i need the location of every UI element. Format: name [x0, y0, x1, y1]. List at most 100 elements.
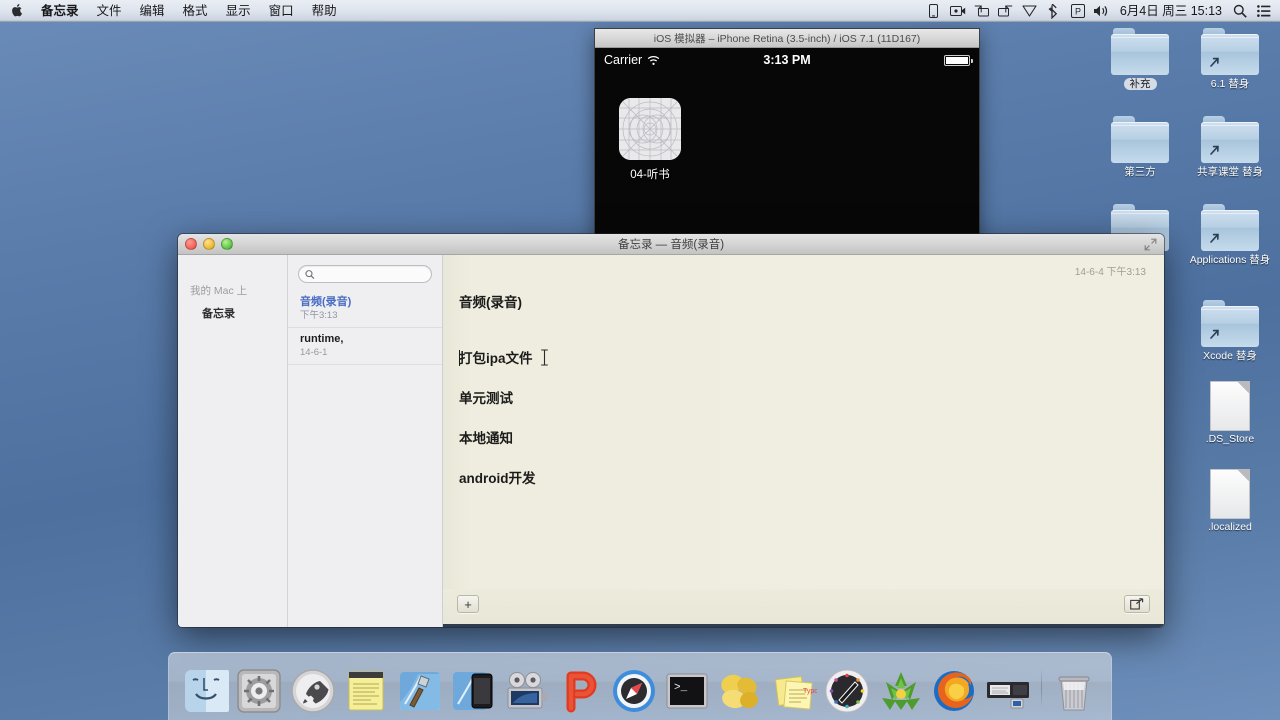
notes-title-bar[interactable]: 备忘录 — 音频(录音): [178, 234, 1164, 255]
dock-item-system-preferences[interactable]: [233, 660, 284, 714]
rocket-icon: [290, 668, 336, 714]
airplay-display-icon[interactable]: [994, 0, 1018, 22]
menu-bar: 备忘录 文件 编辑 格式 显示 窗口 帮助 P 6月4日 周三 15:13: [0, 0, 1280, 22]
dock-item-xcode[interactable]: [394, 660, 445, 714]
folder-alias-icon: [1199, 200, 1261, 252]
apple-logo-icon[interactable]: [11, 3, 24, 18]
menu-bar-status-area: P 6月4日 周三 15:13: [922, 0, 1276, 22]
desktop-icon-folder-4[interactable]: Applications 替身: [1184, 200, 1276, 266]
desktop-icon-file-ds-store[interactable]: .DS_Store: [1184, 379, 1276, 445]
menu-item-notes[interactable]: 备忘录: [32, 0, 88, 22]
menu-item-file[interactable]: 文件: [88, 0, 131, 22]
simulator-title-bar[interactable]: iOS 模拟器 – iPhone Retina (3.5-inch) / iOS…: [595, 29, 979, 48]
trash-icon: [1051, 668, 1097, 714]
note-timestamp: 14-6-4 下午3:13: [1074, 267, 1146, 278]
window-controls[interactable]: [185, 238, 233, 250]
firefox-icon: [931, 668, 977, 714]
simulator-screen[interactable]: Carrier 3:13 PM 04-听书: [595, 48, 979, 242]
shield-icon[interactable]: [1018, 0, 1042, 22]
dock-item-ios-simulator[interactable]: [447, 660, 498, 714]
dock-item-quicktime[interactable]: [501, 660, 552, 714]
notes-window[interactable]: 备忘录 — 音频(录音) 我的 Mac 上 备忘录 音频(录音) 下午3:13 …: [178, 234, 1164, 627]
finder-icon: [183, 668, 229, 714]
search-icon[interactable]: [1228, 0, 1252, 22]
dock-item-notes[interactable]: [340, 660, 391, 714]
dock-item-finder[interactable]: [180, 660, 231, 714]
list-item[interactable]: runtime, 14-6-1: [288, 328, 442, 365]
dock-item-safari[interactable]: [608, 660, 659, 714]
folder-icon: [1109, 112, 1171, 164]
compass-icon: [611, 668, 657, 714]
iphone-icon: [450, 668, 496, 714]
dock-item-terminal[interactable]: >_: [661, 660, 712, 714]
notepad-icon: [343, 668, 389, 714]
fullscreen-icon[interactable]: [1144, 238, 1157, 251]
search-field[interactable]: [298, 265, 432, 283]
gear-icon: [236, 668, 282, 714]
add-note-button[interactable]: +: [457, 595, 479, 613]
dock-item-launchpad[interactable]: [287, 660, 338, 714]
airplay-mirror-icon[interactable]: [970, 0, 994, 22]
ios-clock: 3:13 PM: [763, 53, 811, 67]
desktop-icon-file-localized[interactable]: .localized: [1184, 467, 1276, 533]
desktop-icon-folder-0[interactable]: 补充: [1094, 21, 1186, 90]
note-title: runtime,: [300, 333, 344, 345]
menu-item-view[interactable]: 显示: [217, 0, 260, 22]
sidebar-item-notes[interactable]: 备忘录: [178, 303, 287, 323]
desktop-icon-label: .DS_Store: [1205, 433, 1255, 445]
desktop-icon-label: .localized: [1208, 521, 1252, 533]
dock-item-trash[interactable]: [1049, 660, 1100, 714]
share-button[interactable]: [1124, 595, 1150, 613]
gold-shapes-icon: [717, 668, 763, 714]
desktop-icon-folder-3[interactable]: 共享课堂 替身: [1184, 112, 1276, 178]
share-icon: [1130, 598, 1144, 610]
minimize-button[interactable]: [203, 238, 215, 250]
editor-footer: +: [443, 589, 1164, 627]
desktop-icon-label: 第三方: [1124, 166, 1156, 178]
iphone-icon[interactable]: [922, 0, 946, 22]
menu-bar-clock[interactable]: 6月4日 周三 15:13: [1114, 0, 1228, 22]
menu-item-window[interactable]: 窗口: [260, 0, 303, 22]
dock-item-parallels[interactable]: [982, 660, 1033, 714]
note-date: 14-6-1: [300, 347, 328, 358]
desktop-icon-folder-2[interactable]: 第三方: [1094, 112, 1186, 178]
ios-simulator-window[interactable]: iOS 模拟器 – iPhone Retina (3.5-inch) / iOS…: [594, 28, 980, 242]
screen-record-icon[interactable]: [946, 0, 970, 22]
desktop-icon-label: Applications 替身: [1189, 254, 1271, 266]
window-bottom-edge: [443, 624, 1164, 627]
compass-dark-icon: [824, 668, 870, 714]
note-content[interactable]: 音频(录音) 打包ipa文件 单元测试 本地通知 android开发: [459, 293, 1144, 489]
parallels-icon[interactable]: P: [1066, 0, 1090, 22]
list-item[interactable]: 音频(录音) 下午3:13: [288, 291, 442, 328]
search-icon: [305, 269, 315, 279]
dock-item-pycharm[interactable]: [554, 660, 605, 714]
menu-item-help[interactable]: 帮助: [303, 0, 346, 22]
dock-item-stickies[interactable]: Typo: [768, 660, 819, 714]
menu-item-format[interactable]: 格式: [174, 0, 217, 22]
bluetooth-icon[interactable]: [1042, 0, 1066, 22]
note-line-4: 本地通知: [459, 431, 513, 446]
close-button[interactable]: [185, 238, 197, 250]
virtual-machine-icon: [985, 668, 1031, 714]
note-line-2: 打包ipa文件: [459, 351, 533, 366]
dock-item-keynote[interactable]: [715, 660, 766, 714]
notes-sidebar[interactable]: 我的 Mac 上 备忘录: [178, 255, 288, 627]
dock-item-firefox[interactable]: [929, 660, 980, 714]
springboard-app-icon[interactable]: 04-听书: [612, 98, 688, 182]
alias-arrow-icon: [1210, 145, 1219, 155]
notification-center-icon[interactable]: [1252, 0, 1276, 22]
dock-item-evernote[interactable]: [875, 660, 926, 714]
zoom-button[interactable]: [221, 238, 233, 250]
desktop-icon-folder-1[interactable]: 6.1 替身: [1184, 24, 1276, 90]
dock: >_ Typo: [168, 652, 1112, 720]
notes-list[interactable]: 音频(录音) 下午3:13 runtime, 14-6-1: [288, 291, 442, 627]
note-paper[interactable]: 14-6-4 下午3:13 音频(录音) 打包ipa文件 单元测试 本地通知 a…: [443, 255, 1164, 589]
desktop[interactable]: 备忘录 文件 编辑 格式 显示 窗口 帮助 P 6月4日 周三 15:13 补充…: [0, 0, 1280, 720]
search-input[interactable]: [318, 268, 425, 280]
volume-icon[interactable]: [1090, 0, 1114, 22]
folder-alias-icon: [1199, 112, 1261, 164]
note-editor[interactable]: 14-6-4 下午3:13 音频(录音) 打包ipa文件 单元测试 本地通知 a…: [443, 255, 1164, 627]
dock-item-webkit[interactable]: [822, 660, 873, 714]
desktop-icon-folder-5[interactable]: Xcode 替身: [1184, 296, 1276, 362]
menu-item-edit[interactable]: 编辑: [131, 0, 174, 22]
